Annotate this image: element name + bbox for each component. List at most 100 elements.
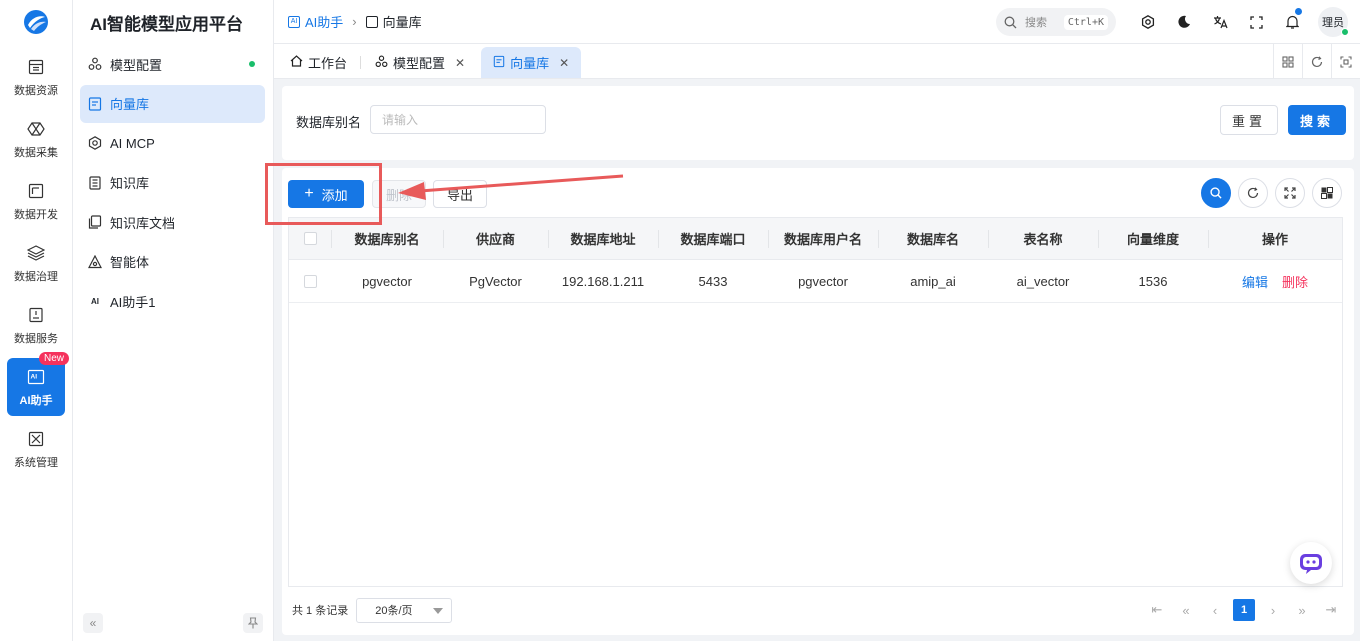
layers-icon xyxy=(26,243,46,263)
column-header[interactable]: 数据库地址 xyxy=(548,218,658,259)
table-header: 数据库别名 供应商 数据库地址 数据库端口 数据库用户名 数据库名 表名称 向量… xyxy=(289,218,1342,260)
tab-vector-db[interactable]: 向量库 ✕ xyxy=(481,47,582,78)
avatar[interactable]: 理员 xyxy=(1318,7,1349,37)
row-checkbox[interactable] xyxy=(303,274,317,288)
sidebar-item-knowledge-docs[interactable]: 知识库文档 xyxy=(80,203,265,241)
tab-label: 向量库 xyxy=(510,56,550,71)
close-icon[interactable]: ✕ xyxy=(559,56,569,70)
tab-workbench[interactable]: 工作台 xyxy=(278,47,359,78)
online-status-dot xyxy=(1341,28,1349,36)
sidebar-item-model-config[interactable]: 模型配置 xyxy=(80,45,265,83)
settings-button[interactable] xyxy=(1130,0,1166,44)
top-header: AI AI助手 › 向量库 搜索 Ctrl+K 理员 xyxy=(274,0,1360,44)
rail-item-label: AI助手 xyxy=(19,394,53,407)
dark-mode-button[interactable] xyxy=(1166,0,1202,44)
next-page-icon[interactable]: › xyxy=(1262,599,1284,621)
fast-backward-icon[interactable]: « xyxy=(1175,599,1197,621)
column-header[interactable]: 数据库名 xyxy=(878,218,988,259)
sidebar-item-label: 知识库文档 xyxy=(110,215,176,231)
sidebar-item-ai-assistant-1[interactable]: AI AI助手1 xyxy=(80,283,265,321)
cell-dimension: 1536 xyxy=(1138,273,1168,289)
rail-item-label: 数据治理 xyxy=(14,270,58,283)
rail-item-data-resource[interactable]: 数据资源 xyxy=(7,48,65,106)
notification-dot xyxy=(1295,8,1302,15)
rail-item-label: 数据开发 xyxy=(14,208,58,221)
page-size-select[interactable]: 20条/页 xyxy=(356,597,453,623)
sidebar-item-label: AI MCP xyxy=(110,135,155,151)
ai-icon: AI xyxy=(288,15,300,28)
export-button[interactable]: 导出 xyxy=(433,180,487,208)
rail-item-label: 系统管理 xyxy=(14,456,58,469)
column-header[interactable]: 数据库端口 xyxy=(658,218,768,259)
ai-text-icon: AI xyxy=(91,297,99,307)
page-number-current[interactable]: 1 xyxy=(1233,599,1255,621)
cell-actions: 编辑 删除 xyxy=(1208,260,1342,302)
notifications-button[interactable] xyxy=(1274,0,1310,44)
tab-label: 工作台 xyxy=(308,56,348,71)
doc-icon xyxy=(493,55,505,71)
gear-icon xyxy=(1141,15,1155,29)
breadcrumb-item-vector-db: 向量库 xyxy=(365,12,422,31)
sidebar-item-vector-db[interactable]: 向量库 xyxy=(80,84,265,123)
sidebar-item-label: 模型配置 xyxy=(110,57,163,73)
cell-username: pgvector xyxy=(798,273,848,289)
doc-icon xyxy=(88,96,102,111)
column-header[interactable]: 向量维度 xyxy=(1098,218,1208,259)
column-header[interactable]: 数据库用户名 xyxy=(768,218,878,259)
delete-link[interactable]: 删除 xyxy=(1282,272,1308,291)
prev-page-icon[interactable]: ‹ xyxy=(1204,599,1226,621)
fullscreen-button[interactable] xyxy=(1238,0,1274,44)
tab-bar: 工作台 模型配置 ✕ 向量库 ✕ xyxy=(274,44,1360,79)
alias-input[interactable]: 请输入 xyxy=(370,105,546,134)
moon-icon xyxy=(1178,15,1190,28)
sidebar-item-label: 向量库 xyxy=(110,97,150,113)
select-all-checkbox[interactable] xyxy=(303,232,317,245)
search-icon xyxy=(1004,16,1017,28)
column-settings-button[interactable] xyxy=(1312,178,1342,208)
rail-item-system[interactable]: 系统管理 xyxy=(7,420,65,478)
service-icon xyxy=(26,305,46,325)
column-header[interactable]: 供应商 xyxy=(443,218,548,259)
search-button[interactable]: 搜索 xyxy=(1288,105,1346,135)
rail-item-ai-assistant[interactable]: AI AI助手 New xyxy=(7,352,69,416)
new-badge: New xyxy=(38,352,69,365)
fullscreen-table-button[interactable] xyxy=(1275,178,1305,208)
language-button[interactable] xyxy=(1202,0,1238,44)
sidebar-item-agent[interactable]: 智能体 xyxy=(80,243,265,281)
search-placeholder: 搜索 xyxy=(1025,17,1047,29)
reset-button[interactable]: 重置 xyxy=(1220,105,1278,135)
rail-item-data-collect[interactable]: 数据采集 xyxy=(7,110,65,168)
rail-item-data-service[interactable]: 数据服务 xyxy=(7,296,65,354)
refresh-button[interactable] xyxy=(1238,178,1268,208)
edit-link[interactable]: 编辑 xyxy=(1242,272,1268,291)
column-header[interactable]: 表名称 xyxy=(988,218,1098,259)
rail-item-data-develop[interactable]: 数据开发 xyxy=(7,172,65,230)
close-icon[interactable]: ✕ xyxy=(455,56,465,70)
avatar-text: 理员 xyxy=(1322,17,1344,29)
tab-maximize-button[interactable] xyxy=(1331,44,1360,79)
logo[interactable] xyxy=(0,0,72,44)
app-rail: 数据资源 数据采集 数据开发 数据治理 数据服务 AI AI助手 New 系统管… xyxy=(0,0,73,641)
breadcrumb-item-ai-assistant[interactable]: AI AI助手 xyxy=(288,12,343,31)
sidebar-item-knowledge-base[interactable]: 知识库 xyxy=(80,164,265,202)
chat-assistant-button[interactable] xyxy=(1290,542,1332,584)
table-row: pgvector PgVector 192.168.1.211 5433 pgv… xyxy=(289,260,1342,303)
tab-model-config[interactable]: 模型配置 ✕ xyxy=(360,47,477,78)
tab-refresh-button[interactable] xyxy=(1302,44,1331,79)
global-search[interactable]: 搜索 Ctrl+K xyxy=(996,8,1116,36)
rail-item-data-govern[interactable]: 数据治理 xyxy=(7,234,65,292)
fast-forward-icon[interactable]: » xyxy=(1291,599,1313,621)
chevrons-left-icon[interactable]: « xyxy=(83,613,103,633)
last-page-icon[interactable]: ⇥ xyxy=(1320,599,1342,621)
sidebar-item-ai-mcp[interactable]: AI MCP xyxy=(80,124,265,162)
sidebar: AI智能模型应用平台 模型配置 向量库 AI MCP 知识库 知识库文档 智能体… xyxy=(73,0,274,641)
cell-dbname: amip_ai xyxy=(910,273,956,289)
pin-icon[interactable] xyxy=(243,613,263,633)
first-page-icon[interactable]: ⇤ xyxy=(1146,599,1168,621)
tab-grid-button[interactable] xyxy=(1273,44,1302,79)
data-table: 数据库别名 供应商 数据库地址 数据库端口 数据库用户名 数据库名 表名称 向量… xyxy=(288,217,1343,587)
database-icon xyxy=(26,57,46,77)
toggle-search-button[interactable] xyxy=(1201,178,1231,208)
grid-icon xyxy=(1282,55,1294,68)
ai-icon: AI xyxy=(26,367,46,387)
